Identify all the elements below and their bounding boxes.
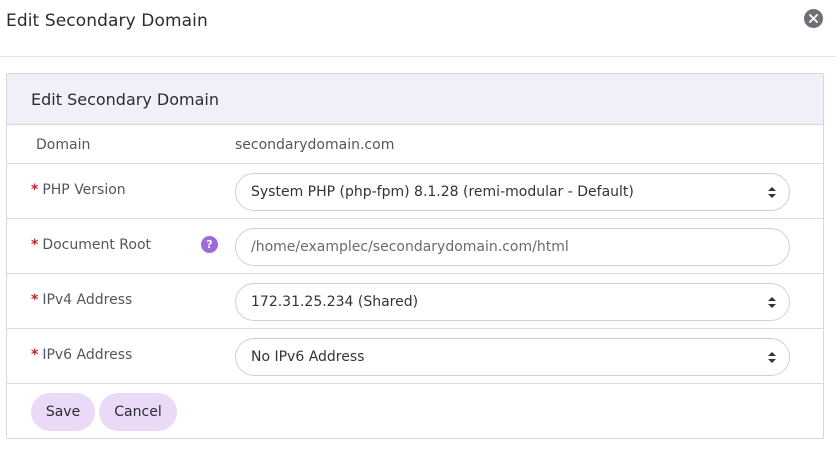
required-marker: * xyxy=(31,292,39,308)
required-marker: * xyxy=(31,182,39,198)
modal-header: Edit Secondary Domain xyxy=(0,0,836,57)
cancel-button[interactable]: Cancel xyxy=(99,393,177,431)
sort-caret-icon xyxy=(768,352,776,363)
document-root-row: * Document Root ? /home/examplec/secondar… xyxy=(7,219,823,274)
form-footer: Save Cancel xyxy=(7,384,823,439)
sort-caret-icon xyxy=(768,297,776,308)
ipv6-selected: No IPv6 Address xyxy=(251,349,365,365)
ipv4-select[interactable]: 172.31.25.234 (Shared) xyxy=(235,283,790,321)
save-button[interactable]: Save xyxy=(31,393,95,431)
domain-row: Domain secondarydomain.com xyxy=(7,125,823,164)
ipv6-select[interactable]: No IPv6 Address xyxy=(235,338,790,376)
document-root-label: * Document Root xyxy=(31,237,152,253)
required-marker: * xyxy=(31,237,39,253)
panel-title: Edit Secondary Domain xyxy=(31,90,219,109)
domain-value: secondarydomain.com xyxy=(235,137,395,153)
ipv6-label: * IPv6 Address xyxy=(31,347,133,363)
php-version-label: * PHP Version xyxy=(31,182,126,198)
ipv4-row: * IPv4 Address 172.31.25.234 (Shared) xyxy=(7,274,823,329)
question-circle-icon[interactable]: ? xyxy=(201,236,218,253)
domain-label: Domain xyxy=(36,137,91,153)
php-version-selected: System PHP (php-fpm) 8.1.28 (remi-modula… xyxy=(251,184,634,200)
ipv4-selected: 172.31.25.234 (Shared) xyxy=(251,294,419,310)
close-icon[interactable] xyxy=(804,9,823,28)
php-version-select[interactable]: System PHP (php-fpm) 8.1.28 (remi-modula… xyxy=(235,173,790,211)
ipv6-row: * IPv6 Address No IPv6 Address xyxy=(7,329,823,384)
document-root-input[interactable]: /home/examplec/secondarydomain.com/html xyxy=(235,228,790,266)
edit-domain-panel: Edit Secondary Domain Domain secondarydo… xyxy=(6,73,824,439)
modal-title: Edit Secondary Domain xyxy=(6,11,208,31)
required-marker: * xyxy=(31,347,39,363)
panel-heading: Edit Secondary Domain xyxy=(7,74,823,125)
document-root-value: /home/examplec/secondarydomain.com/html xyxy=(251,239,569,255)
ipv4-label: * IPv4 Address xyxy=(31,292,133,308)
php-version-row: * PHP Version System PHP (php-fpm) 8.1.28… xyxy=(7,164,823,219)
sort-caret-icon xyxy=(768,187,776,198)
